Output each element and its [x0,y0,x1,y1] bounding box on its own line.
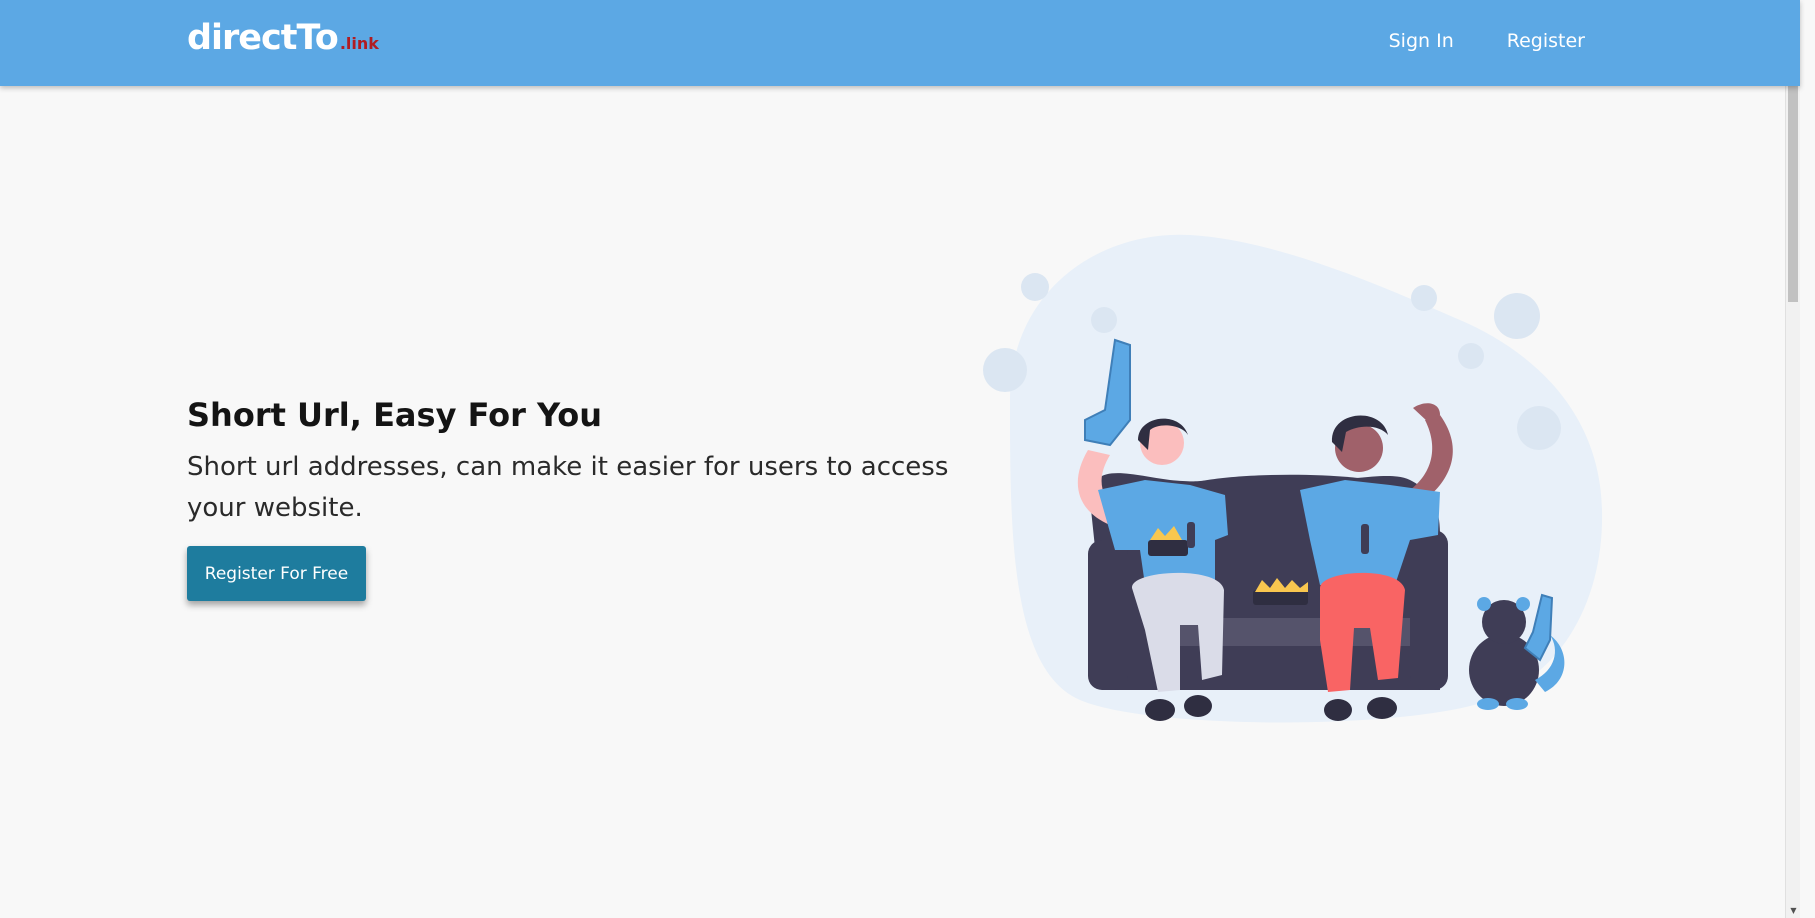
register-for-free-button[interactable]: Register For Free [187,546,366,601]
hero-subtitle: Short url addresses, can make it easier … [187,452,949,523]
bubble [1091,307,1117,333]
person-left-bowl [1148,540,1188,556]
bubble [1517,406,1561,450]
bubble [1021,273,1049,301]
pet-foot [1506,698,1528,710]
arrow-down-icon[interactable]: ▼ [1786,903,1801,918]
bubble [1494,293,1540,339]
person-right-shoe [1324,699,1352,721]
register-link[interactable]: Register [1507,30,1585,52]
bubble [1458,343,1484,369]
bubble [983,348,1027,392]
hero-illustration [983,234,1603,723]
vertical-scrollbar[interactable]: ▲ ▼ [1785,0,1800,918]
couch-right-arm [1410,530,1448,690]
bubble [1411,285,1437,311]
person-left-bottle [1187,522,1195,548]
logo[interactable]: directTo .link [187,18,379,68]
nav-links: Sign In Register [1389,30,1585,52]
pet-foot [1477,698,1499,710]
person-left-shoe [1184,695,1212,717]
navbar: directTo .link Sign In Register [0,0,1800,86]
sign-in-link[interactable]: Sign In [1389,30,1454,52]
pet-ear [1477,597,1491,611]
page: directTo .link Sign In Register Short Ur… [0,0,1800,918]
hero-title: Short Url, Easy For You [187,396,603,434]
person-right-shoe [1367,697,1397,719]
person-left-shoe [1145,699,1175,721]
pet-ear [1516,597,1530,611]
person-right-bottle [1361,524,1369,554]
snack-bowl [1253,590,1308,605]
logo-main-text: directTo [187,18,339,58]
logo-tld-text: .link [339,34,379,53]
couch-left-arm [1088,540,1128,690]
